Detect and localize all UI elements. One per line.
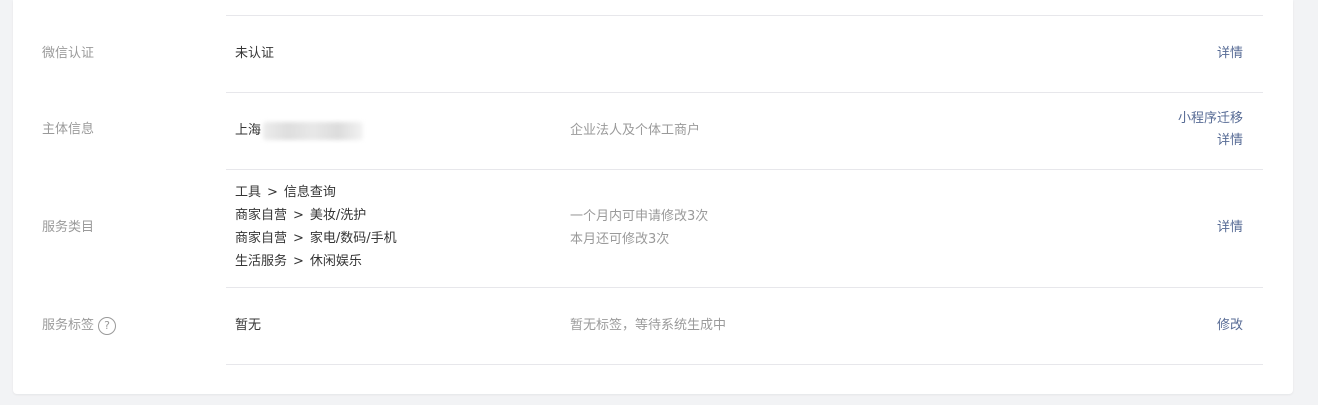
service-category-detail-link[interactable]: 详情	[1217, 217, 1243, 239]
entity-type: 企业法人及个体工商户	[570, 123, 701, 138]
service-tags-label: 服务标签	[42, 318, 95, 333]
edit-limit-line: 一个月内可申请修改3次	[570, 209, 709, 224]
category-child: 信息查询	[283, 185, 336, 200]
category-item: 生活服务 > 休闲娱乐	[235, 250, 397, 273]
service-tags-status: 暂无标签，等待系统生成中	[570, 318, 727, 333]
row-label: 微信认证	[42, 46, 95, 61]
row-divider	[226, 364, 1263, 365]
category-parent: 商家自营	[235, 208, 288, 223]
entity-name-prefix: 上海	[235, 123, 262, 138]
edit-remaining-line: 本月还可修改3次	[570, 232, 670, 247]
account-info-card: 微信认证 未认证 详情 主体信息 上海 企业法人及个体工商户 小程序迁移 详情 …	[13, 0, 1293, 394]
row-service-tags: 服务标签 ? 暂无 暂无标签，等待系统生成中 修改	[13, 288, 1293, 364]
category-child: 美妆/洗护	[309, 208, 367, 223]
entity-name: 上海	[235, 119, 364, 142]
row-wechat-verification: 微信认证 未认证 详情	[13, 16, 1293, 92]
verification-status: 未认证	[235, 46, 275, 61]
wechat-verify-detail-link[interactable]: 详情	[1217, 43, 1243, 65]
service-tags-edit-link[interactable]: 修改	[1217, 315, 1243, 337]
category-child: 休闲娱乐	[309, 254, 362, 269]
category-separator: >	[293, 231, 304, 246]
category-parent: 工具	[235, 185, 262, 200]
category-separator: >	[293, 208, 304, 223]
row-entity-info: 主体信息 上海 企业法人及个体工商户 小程序迁移 详情	[13, 93, 1293, 169]
category-parent: 商家自营	[235, 231, 288, 246]
category-item: 商家自营 > 美妆/洗护	[235, 204, 397, 227]
category-item: 工具 > 信息查询	[235, 181, 397, 204]
category-list: 工具 > 信息查询 商家自营 > 美妆/洗护 商家自营 > 家电/数码/手机 生活服务 > 休闲…	[235, 181, 397, 273]
row-label: 主体信息	[42, 122, 95, 137]
category-parent: 生活服务	[235, 254, 288, 269]
question-circle-icon[interactable]: ?	[98, 317, 117, 335]
category-child: 家电/数码/手机	[309, 231, 397, 246]
row-service-category: 服务类目 工具 > 信息查询 商家自营 > 美妆/洗护 商家自营 > 家电/数码/手机 生活…	[13, 170, 1293, 287]
miniprogram-migration-link[interactable]: 小程序迁移	[1178, 108, 1243, 130]
entity-info-detail-link[interactable]: 详情	[1178, 130, 1243, 152]
row-label: 服务类目	[42, 220, 95, 235]
category-item: 商家自营 > 家电/数码/手机	[235, 227, 397, 250]
category-separator: >	[267, 185, 278, 200]
service-tags-value: 暂无	[235, 318, 262, 333]
category-separator: >	[293, 254, 304, 269]
row-label: 服务标签 ?	[42, 316, 117, 336]
redacted-entity-name	[263, 121, 364, 140]
category-edit-limit: 一个月内可申请修改3次 本月还可修改3次	[570, 205, 708, 251]
